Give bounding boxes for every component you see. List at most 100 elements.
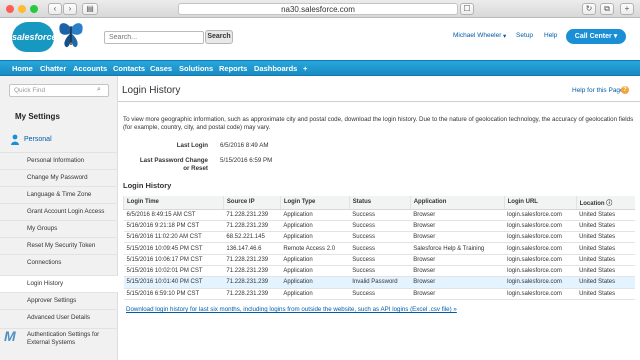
table-row[interactable]: 6/5/2016 8:49:15 AM CST 71.228.231.239 App… xyxy=(123,209,635,221)
last-password-change-label: Last Password Change or Reset xyxy=(139,157,208,172)
quick-find-input[interactable]: Quick Find ⌕ xyxy=(9,84,109,97)
table-cell: Invalid Password xyxy=(349,276,411,289)
table-cell: login.salesforce.com xyxy=(504,265,577,278)
table-cell: Application xyxy=(280,265,350,278)
table-cell: United States xyxy=(576,231,635,244)
table-cell: Browser xyxy=(410,276,505,289)
sidebar-toggle-icon[interactable]: ▤ xyxy=(82,3,98,15)
sidebar-item-approver-settings[interactable]: Approver Settings xyxy=(0,292,118,309)
table-cell: login.salesforce.com xyxy=(504,276,577,289)
table-row[interactable]: 5/16/2016 9:21:18 PM CST 71.228.231.239 Ap… xyxy=(123,220,635,233)
last-password-change-value: 5/15/2016 6:59 PM xyxy=(220,157,273,164)
table-cell: Browser xyxy=(410,209,505,221)
table-row[interactable]: 5/15/2016 6:59:10 PM CST 71.228.231.239 Ap… xyxy=(123,288,635,300)
column-header-source-ip[interactable]: Source IP xyxy=(222,196,281,210)
column-header-login-time[interactable]: Login Time xyxy=(123,196,224,210)
sidebar-item-connections[interactable]: Connections xyxy=(0,254,118,271)
column-header-status[interactable]: Status xyxy=(348,196,411,210)
login-history-table: Login Time Source IP Login Type Status A… xyxy=(123,196,635,300)
setup-link[interactable]: Setup xyxy=(516,32,533,39)
table-row[interactable]: 5/16/2016 11:02:20 AM CST 68.52.221.145 Ap… xyxy=(123,231,635,244)
download-login-history-link[interactable]: Download login history for last six mont… xyxy=(126,306,457,313)
user-menu[interactable]: Michael Wheeler xyxy=(453,32,501,39)
table-cell: 71.228.231.239 xyxy=(223,220,281,233)
table-cell: 5/15/2016 10:06:17 PM CST xyxy=(123,254,224,266)
call-center-button[interactable]: Call Center ▾ xyxy=(566,29,626,44)
help-link[interactable]: Help xyxy=(544,32,557,39)
table-cell: Application xyxy=(280,209,350,221)
table-row[interactable]: 5/15/2016 10:06:17 PM CST 71.228.231.239 A… xyxy=(123,254,635,266)
main-content: Login History Help for this Page ? To vi… xyxy=(118,76,640,360)
search-icon[interactable]: ⌕ xyxy=(97,86,105,94)
column-header-location[interactable]: Location ⓘ xyxy=(575,196,635,210)
sidebar-item-change-password[interactable]: Change My Password xyxy=(0,169,118,186)
tab-contacts[interactable]: Contacts xyxy=(113,61,145,76)
table-cell: login.salesforce.com xyxy=(504,288,577,300)
login-history-section-title: Login History xyxy=(123,181,172,190)
sidebar-item-personal-information[interactable]: Personal Information xyxy=(0,152,118,169)
table-cell: Success xyxy=(349,265,411,278)
tab-accounts[interactable]: Accounts xyxy=(73,61,107,76)
butterfly-mascot-icon xyxy=(59,23,83,48)
add-tab-button[interactable]: + xyxy=(303,61,307,76)
salesforce-logo[interactable]: salesforce xyxy=(12,22,57,52)
tab-reports[interactable]: Reports xyxy=(219,61,247,76)
sidebar-item-my-groups[interactable]: My Groups xyxy=(0,220,118,237)
table-cell: 71.228.231.239 xyxy=(223,209,281,221)
last-login-label: Last Login xyxy=(176,142,208,149)
sidebar-item-authentication-settings[interactable]: Authentication Settings for External Sys… xyxy=(0,328,118,350)
tab-solutions[interactable]: Solutions xyxy=(179,61,213,76)
table-row[interactable]: 5/15/2016 10:09:45 PM CST 136.147.46.6 Rem… xyxy=(123,242,635,255)
search-input[interactable] xyxy=(104,31,204,44)
sidebar-item-grant-login-access[interactable]: Grant Account Login Access xyxy=(0,203,118,220)
forward-icon[interactable]: › xyxy=(63,3,77,15)
table-cell: United States xyxy=(576,265,635,278)
close-window-icon[interactable] xyxy=(6,5,14,13)
tab-chatter[interactable]: Chatter xyxy=(40,61,66,76)
zoom-window-icon[interactable] xyxy=(30,5,38,13)
table-cell: 5/15/2016 10:09:45 PM CST xyxy=(123,242,224,255)
table-cell: Browser xyxy=(410,220,505,233)
table-cell: login.salesforce.com xyxy=(504,209,577,221)
table-cell: 71.228.231.239 xyxy=(223,276,281,289)
bookmark-icon[interactable]: ☐ xyxy=(460,3,474,15)
tab-cases[interactable]: Cases xyxy=(150,61,172,76)
table-cell: login.salesforce.com xyxy=(504,220,577,233)
help-icon[interactable]: ? xyxy=(621,86,629,94)
table-cell: Success xyxy=(349,242,411,255)
setup-sidebar: Quick Find ⌕ My Settings Personal Person… xyxy=(0,76,118,360)
table-cell: 71.228.231.239 xyxy=(223,288,281,300)
table-row[interactable]: 5/15/2016 10:02:01 PM CST 71.228.231.239 A… xyxy=(123,265,635,278)
minimize-window-icon[interactable] xyxy=(18,5,26,13)
add-tab-icon[interactable]: + xyxy=(620,3,634,15)
table-cell: Browser xyxy=(410,288,505,300)
table-cell: Browser xyxy=(410,265,505,278)
tab-home[interactable]: Home xyxy=(12,61,33,76)
table-cell: United States xyxy=(576,276,635,289)
table-cell: 5/16/2016 11:02:20 AM CST xyxy=(123,231,224,244)
table-cell: login.salesforce.com xyxy=(504,231,577,244)
column-header-login-type[interactable]: Login Type xyxy=(279,196,350,210)
user-menu-chevron-icon[interactable]: ▾ xyxy=(503,32,506,40)
search-button[interactable]: Search xyxy=(205,30,233,44)
tab-dashboards[interactable]: Dashboards xyxy=(254,61,297,76)
column-header-application[interactable]: Application xyxy=(409,196,505,210)
back-icon[interactable]: ‹ xyxy=(48,3,62,15)
table-cell: 5/15/2016 10:01:40 PM CST xyxy=(123,276,224,289)
table-row[interactable]: 5/15/2016 10:01:40 PM CST 71.228.231.239 A… xyxy=(123,276,635,289)
info-icon[interactable]: ⓘ xyxy=(606,201,612,207)
person-icon xyxy=(11,134,19,145)
last-login-value: 6/5/2016 8:49 AM xyxy=(220,142,269,149)
intro-text: To view more geographic information, suc… xyxy=(123,116,634,131)
tabs-icon[interactable]: ⧉ xyxy=(600,3,614,15)
table-cell: 136.147.46.6 xyxy=(223,242,281,255)
reload-icon[interactable]: ↻ xyxy=(582,3,596,15)
sidebar-section-personal[interactable]: Personal xyxy=(0,132,118,148)
sidebar-item-language-time-zone[interactable]: Language & Time Zone xyxy=(0,186,118,203)
help-for-page-link[interactable]: Help for this Page xyxy=(572,87,624,94)
sidebar-item-login-history[interactable]: Login History xyxy=(0,275,118,292)
sidebar-item-advanced-user-details[interactable]: Advanced User Details xyxy=(0,309,118,326)
column-header-login-url[interactable]: Login URL xyxy=(503,196,577,210)
sidebar-item-reset-security-token[interactable]: Reset My Security Token xyxy=(0,237,118,254)
url-bar[interactable]: na30.salesforce.com xyxy=(178,3,458,15)
